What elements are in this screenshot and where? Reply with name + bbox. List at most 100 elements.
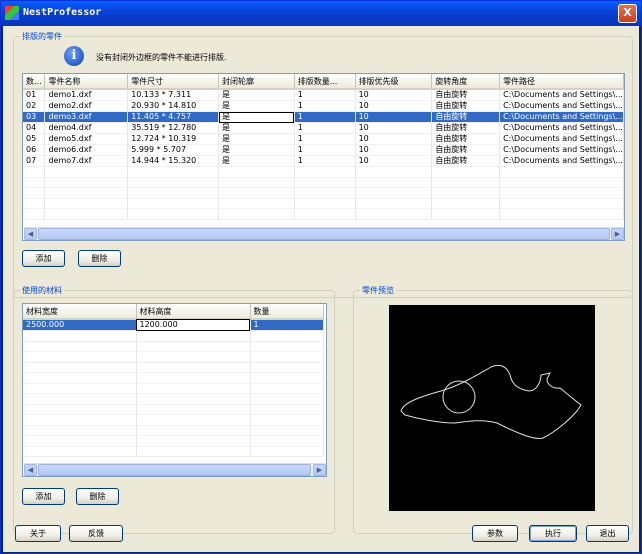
table-cell: demo5.dxf <box>44 133 129 145</box>
table-cell <box>23 177 46 188</box>
table-row[interactable]: 01 demo1.dxf 10.133 * 7.311 是 1 10 自由旋转 C:\Docu… <box>23 89 624 101</box>
run-button[interactable]: 执行 <box>529 525 577 542</box>
table-cell: 01 <box>23 89 46 101</box>
table-row[interactable]: 02 demo2.dxf 20.930 * 14.810 是 1 10 自由旋转 C:\Doc… <box>23 100 624 112</box>
table-cell: 1 <box>294 144 356 156</box>
table-cell <box>431 198 501 209</box>
table-cell <box>23 425 137 436</box>
column-header[interactable]: 零件尺寸 <box>127 74 220 90</box>
feedback-button[interactable]: 反馈 <box>69 525 123 542</box>
table-cell <box>23 362 137 373</box>
column-header[interactable]: 封闭轮廓 <box>218 74 295 90</box>
info-icon: i <box>64 46 84 66</box>
parts-list[interactable]: 数... 零件名称 零件尺寸 封闭轮廓 排版数量... 排版优先级 旋转角度 零件路径 01 d… <box>22 73 625 241</box>
empty-row <box>23 166 624 178</box>
table-cell: 11.405 * 4.757 <box>127 111 220 123</box>
dialog-client: 排版的零件 i 没有封闭外边框的零件不能进行排版. 数... 零件名称 零件尺寸 封闭… <box>3 26 639 552</box>
table-cell: 5.999 * 5.707 <box>127 144 220 156</box>
delete-part-button[interactable]: 删除 <box>78 250 121 267</box>
add-part-button[interactable]: 添加 <box>22 250 65 267</box>
table-cell: 是 <box>218 155 295 167</box>
table-row[interactable]: 2500.000 1200.000 1 <box>23 319 324 331</box>
column-header[interactable]: 零件名称 <box>44 74 129 90</box>
table-row[interactable]: 04 demo4.dxf 35.519 * 12.780 是 1 10 自由旋转 C:\Doc… <box>23 122 624 134</box>
column-header[interactable]: 材料宽度 <box>23 304 137 320</box>
table-cell <box>136 351 251 363</box>
table-cell: demo3.dxf <box>44 111 129 123</box>
table-row[interactable]: 05 demo5.dxf 12.724 * 10.319 是 1 10 自由旋转 C:\Doc… <box>23 133 624 145</box>
add-material-button[interactable]: 添加 <box>22 488 65 505</box>
scroll-right-arrow-icon[interactable]: ▶ <box>611 228 624 240</box>
table-cell: 2500.000 <box>23 319 137 331</box>
table-cell <box>499 177 624 188</box>
table-cell <box>431 187 501 199</box>
material-group-legend: 使用的材料 <box>20 285 64 296</box>
table-row[interactable]: 03 demo3.dxf 11.405 * 4.757 是 1 10 自由旋转 C:\Docu… <box>23 111 624 123</box>
table-cell <box>218 198 295 209</box>
table-cell: 1 <box>250 319 324 331</box>
material-list[interactable]: 材料宽度 材料高度 数量 2500.000 1200.000 1 ◀ ▶ <box>22 303 327 477</box>
close-button[interactable]: X <box>618 4 637 23</box>
table-cell: 10 <box>355 111 433 123</box>
table-cell: 10 <box>355 144 433 156</box>
table-cell <box>250 425 324 436</box>
column-header[interactable]: 数... <box>23 74 46 90</box>
table-cell <box>23 372 137 384</box>
parts-horizontal-scrollbar[interactable]: ◀ ▶ <box>24 227 624 240</box>
table-cell: C:\Documents and Settings\... <box>499 111 624 123</box>
table-cell: 35.519 * 12.780 <box>127 122 220 134</box>
table-cell <box>127 166 220 178</box>
table-row[interactable]: 06 demo6.dxf 5.999 * 5.707 是 1 10 自由旋转 C:\Docum… <box>23 144 624 156</box>
table-row[interactable]: 07 demo7.dxf 14.944 * 15.320 是 1 10 自由旋转 C:\Doc… <box>23 155 624 167</box>
table-cell <box>136 425 251 436</box>
delete-material-button[interactable]: 删除 <box>76 488 119 505</box>
table-cell <box>23 208 46 220</box>
table-cell <box>44 187 129 199</box>
scroll-left-arrow-icon[interactable]: ◀ <box>24 228 37 240</box>
table-cell <box>23 330 137 342</box>
empty-row <box>23 372 324 384</box>
empty-row <box>23 208 624 220</box>
scroll-left-arrow-icon[interactable]: ◀ <box>24 464 37 476</box>
table-cell <box>294 198 356 209</box>
table-cell: 10 <box>355 133 433 145</box>
table-cell: demo4.dxf <box>44 122 129 134</box>
exit-button[interactable]: 退出 <box>586 525 629 542</box>
table-cell <box>431 177 501 188</box>
table-cell <box>23 446 137 457</box>
table-cell <box>218 208 295 220</box>
material-horizontal-scrollbar[interactable]: ◀ ▶ <box>24 463 326 476</box>
column-header[interactable]: 数量 <box>250 304 324 320</box>
table-cell: demo1.dxf <box>44 89 129 101</box>
title-bar[interactable]: NestProfessor X <box>1 1 641 26</box>
empty-row <box>23 404 324 415</box>
table-cell <box>136 414 251 426</box>
table-cell: 14.944 * 15.320 <box>127 155 220 167</box>
table-cell <box>355 198 433 209</box>
about-button[interactable]: 关于 <box>15 525 61 542</box>
params-button[interactable]: 参数 <box>472 525 518 542</box>
scroll-thumb[interactable] <box>38 228 610 240</box>
table-cell: 05 <box>23 133 46 145</box>
table-cell <box>499 198 624 209</box>
scroll-thumb[interactable] <box>38 464 311 476</box>
table-cell: 是 <box>218 144 295 156</box>
table-cell <box>355 187 433 199</box>
table-cell <box>499 187 624 199</box>
empty-row <box>23 362 324 373</box>
column-header[interactable]: 排版优先级 <box>355 74 433 90</box>
table-cell <box>127 208 220 220</box>
scroll-right-arrow-icon[interactable]: ▶ <box>313 464 326 476</box>
table-cell: 20.930 * 14.810 <box>127 100 220 112</box>
column-header[interactable]: 排版数量... <box>294 74 356 90</box>
column-header[interactable]: 旋转角度 <box>431 74 501 90</box>
table-cell <box>250 362 324 373</box>
empty-row <box>23 187 624 199</box>
table-cell: 1 <box>294 133 356 145</box>
table-cell <box>136 330 251 342</box>
part-outline <box>400 364 582 439</box>
column-header[interactable]: 材料高度 <box>136 304 251 320</box>
column-header[interactable]: 零件路径 <box>499 74 624 90</box>
table-cell <box>250 446 324 457</box>
table-cell <box>23 414 137 426</box>
